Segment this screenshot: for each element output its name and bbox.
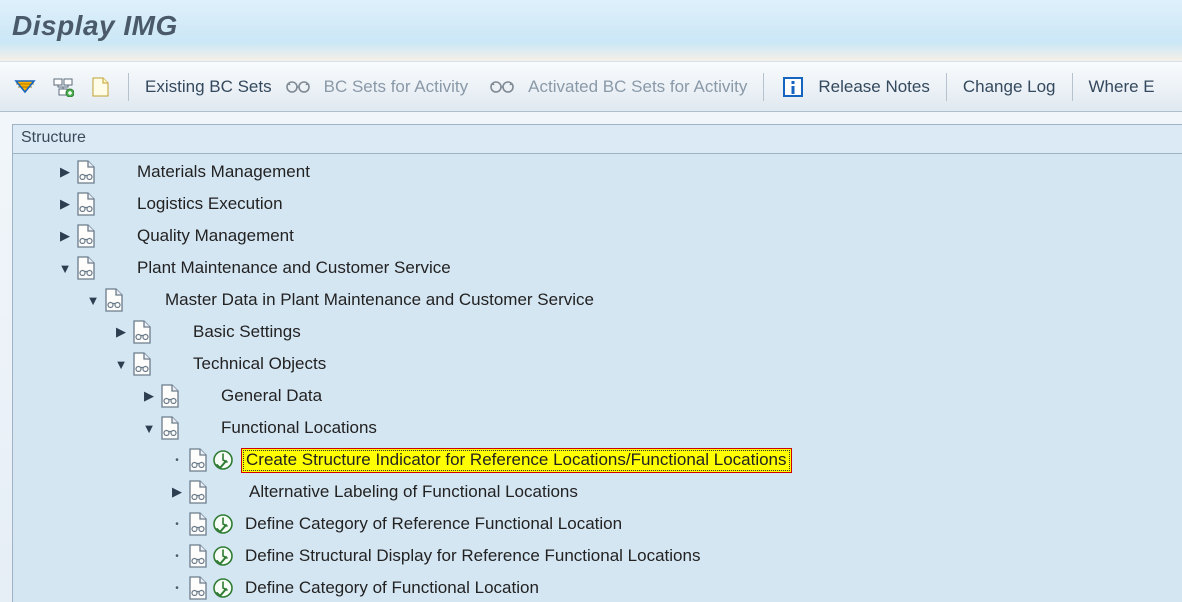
toolbar-separator xyxy=(946,73,947,101)
tree-row: ▼ Technical Objects xyxy=(13,348,1182,380)
expand-all-button[interactable] xyxy=(8,72,42,102)
tree-row: ▼ Master Data in Plant Maintenance and Cu… xyxy=(13,284,1182,316)
execute-activity-icon[interactable] xyxy=(211,576,235,600)
toolbar: Existing BC Sets BC Sets for Activity Ac… xyxy=(0,62,1182,112)
tree-node-label[interactable]: Basic Settings xyxy=(189,321,305,344)
tree-row: ▼ Plant Maintenance and Customer Service xyxy=(13,252,1182,284)
img-activity-doc-icon[interactable] xyxy=(73,224,97,248)
info-icon xyxy=(782,76,804,98)
execute-activity-icon[interactable] xyxy=(211,448,235,472)
activated-bc-sets-button: Activated BC Sets for Activity xyxy=(524,77,751,97)
execute-activity-icon[interactable] xyxy=(211,512,235,536)
img-activity-doc-icon[interactable] xyxy=(185,544,209,568)
tree-row: ▶ Materials Management xyxy=(13,156,1182,188)
glasses-icon xyxy=(286,76,310,98)
leaf-bullet: • xyxy=(169,583,185,594)
structure-header: Structure xyxy=(13,125,1182,154)
bc-sets-activity-button: BC Sets for Activity xyxy=(320,77,473,97)
tree-node-label[interactable]: Define Category of Reference Functional … xyxy=(241,513,626,536)
tree-node-label[interactable]: Define Category of Functional Location xyxy=(241,577,543,600)
tree-node-label[interactable]: Functional Locations xyxy=(217,417,381,440)
tree-node-label[interactable]: Plant Maintenance and Customer Service xyxy=(133,257,455,280)
collapse-toggle[interactable]: ▼ xyxy=(57,261,73,276)
tree-row: • Define Structural Display for Reference… xyxy=(13,540,1182,572)
expand-all-icon xyxy=(14,77,36,97)
expand-toggle[interactable]: ▶ xyxy=(141,388,157,404)
img-activity-doc-icon[interactable] xyxy=(73,160,97,184)
activated-bc-sets-icon-button xyxy=(484,72,520,102)
collapse-toggle[interactable]: ▼ xyxy=(141,421,157,436)
tree-row: ▶ General Data xyxy=(13,380,1182,412)
img-tree: ▶ Materials Management ▶ Logistics Executio… xyxy=(13,154,1182,602)
expand-toggle[interactable]: ▶ xyxy=(57,228,73,244)
change-log-button[interactable]: Change Log xyxy=(959,77,1060,97)
img-activity-doc-icon[interactable] xyxy=(157,384,181,408)
tree-node-label[interactable]: Define Structural Display for Reference … xyxy=(241,545,704,568)
title-bar: Display IMG xyxy=(0,0,1182,62)
where-used-button[interactable]: Where E xyxy=(1085,77,1159,97)
expand-toggle[interactable]: ▶ xyxy=(113,324,129,340)
img-activity-doc-icon[interactable] xyxy=(185,576,209,600)
add-node-button[interactable] xyxy=(46,72,80,102)
img-activity-doc-icon[interactable] xyxy=(185,512,209,536)
collapse-toggle[interactable]: ▼ xyxy=(113,357,129,372)
toolbar-separator xyxy=(763,73,764,101)
tree-node-label[interactable]: Quality Management xyxy=(133,225,298,248)
leaf-bullet: • xyxy=(169,455,185,466)
release-notes-button[interactable]: Release Notes xyxy=(814,77,934,97)
expand-toggle[interactable]: ▶ xyxy=(57,164,73,180)
collapse-toggle[interactable]: ▼ xyxy=(85,293,101,308)
tree-node-label[interactable]: Alternative Labeling of Functional Locat… xyxy=(245,481,582,504)
expand-toggle[interactable]: ▶ xyxy=(57,196,73,212)
leaf-bullet: • xyxy=(169,519,185,530)
img-activity-doc-icon[interactable] xyxy=(101,288,125,312)
img-activity-doc-icon[interactable] xyxy=(185,480,209,504)
tree-node-label[interactable]: General Data xyxy=(217,385,326,408)
tree-row: • Define Category of Functional Location xyxy=(13,572,1182,602)
tree-row: ▼ Functional Locations xyxy=(13,412,1182,444)
glasses-icon xyxy=(490,76,514,98)
page-title: Display IMG xyxy=(12,10,1170,42)
img-activity-doc-icon[interactable] xyxy=(129,352,153,376)
tree-row: ▶ Logistics Execution xyxy=(13,188,1182,220)
existing-bc-sets-button[interactable]: Existing BC Sets xyxy=(141,77,276,97)
tree-node-label[interactable]: Logistics Execution xyxy=(133,193,287,216)
img-activity-doc-icon[interactable] xyxy=(73,192,97,216)
structure-panel: Structure ▶ Materials Management ▶ Logistic… xyxy=(12,124,1182,602)
tree-row: ▶ Quality Management xyxy=(13,220,1182,252)
leaf-bullet: • xyxy=(169,551,185,562)
toolbar-separator xyxy=(128,73,129,101)
tree-node-label[interactable]: Create Structure Indicator for Reference… xyxy=(241,448,792,473)
new-doc-icon xyxy=(90,76,110,98)
hierarchy-add-icon xyxy=(52,77,74,97)
tree-node-label[interactable]: Master Data in Plant Maintenance and Cus… xyxy=(161,289,598,312)
release-notes-icon-button[interactable] xyxy=(776,72,810,102)
new-doc-button[interactable] xyxy=(84,72,116,102)
img-activity-doc-icon[interactable] xyxy=(73,256,97,280)
img-activity-doc-icon[interactable] xyxy=(157,416,181,440)
expand-toggle[interactable]: ▶ xyxy=(169,484,185,500)
tree-row: ▶ Alternative Labeling of Functional Loca… xyxy=(13,476,1182,508)
tree-row: • Define Category of Reference Functional… xyxy=(13,508,1182,540)
tree-row: • Create Structure Indicator for Referenc… xyxy=(13,444,1182,476)
tree-node-label[interactable]: Materials Management xyxy=(133,161,314,184)
bc-sets-activity-icon-button xyxy=(280,72,316,102)
toolbar-separator xyxy=(1072,73,1073,101)
img-activity-doc-icon[interactable] xyxy=(129,320,153,344)
tree-node-label[interactable]: Technical Objects xyxy=(189,353,330,376)
tree-row: ▶ Basic Settings xyxy=(13,316,1182,348)
img-activity-doc-icon[interactable] xyxy=(185,448,209,472)
execute-activity-icon[interactable] xyxy=(211,544,235,568)
